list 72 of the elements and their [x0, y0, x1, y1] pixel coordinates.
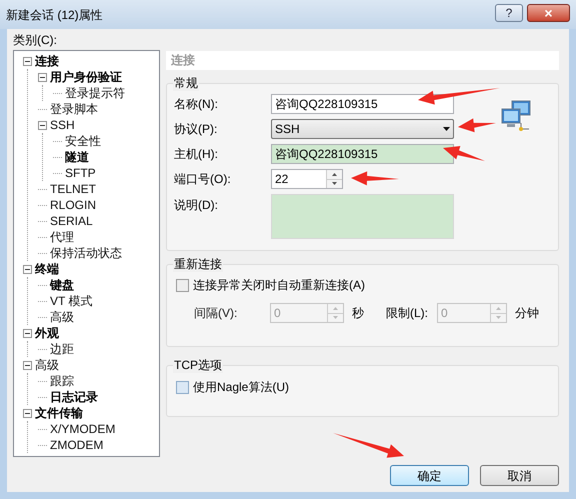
tree-item[interactable]: SFTP	[65, 165, 96, 181]
annotation-arrow	[333, 433, 404, 458]
annotation-arrow	[443, 146, 485, 161]
tree-item[interactable]: ZMODEM	[50, 437, 104, 453]
tree-item[interactable]: 文件传输	[35, 405, 83, 421]
help-button[interactable]: ?	[495, 4, 523, 22]
tree-item[interactable]: SERIAL	[50, 213, 93, 229]
tree-item[interactable]: TELNET	[50, 181, 96, 197]
field-label: 限制(L):	[386, 305, 429, 322]
port-field[interactable]: 22	[271, 169, 343, 189]
name-field[interactable]: 咨询QQ228109315	[271, 94, 454, 114]
dropdown-arrow-icon	[443, 127, 450, 131]
network-computers-icon	[499, 99, 533, 133]
tree-item[interactable]: 高级	[50, 309, 74, 325]
cancel-button[interactable]: 取消	[480, 465, 559, 486]
unit-label: 秒	[352, 305, 365, 322]
group-title: TCP选项	[173, 357, 223, 373]
collapse-icon[interactable]	[38, 72, 47, 82]
collapse-icon[interactable]	[38, 120, 47, 130]
host-field[interactable]: 咨询QQ228109315	[271, 144, 454, 164]
down-arrow-icon	[333, 316, 338, 320]
field-label: 主机(H):	[174, 146, 219, 163]
tree-item[interactable]: 代理	[50, 229, 74, 245]
tree-item[interactable]: 用户身份验证	[50, 69, 122, 85]
tree-item[interactable]: 键盘	[50, 277, 74, 293]
up-arrow-icon	[332, 172, 337, 176]
tree-item[interactable]: 登录脚本	[50, 101, 98, 117]
tree-item[interactable]: 隧道	[65, 149, 89, 165]
down-arrow-icon	[496, 316, 501, 320]
tree-item[interactable]: X/YMODEM	[50, 421, 116, 437]
tree-item[interactable]: 外观	[35, 325, 59, 341]
up-arrow-icon	[333, 306, 338, 310]
field-label: 协议(P):	[174, 121, 218, 138]
collapse-icon[interactable]	[23, 328, 32, 338]
field-label: 名称(N):	[174, 96, 219, 113]
collapse-icon[interactable]	[23, 264, 32, 274]
protocol-dropdown[interactable]: SSH	[271, 119, 454, 139]
tree-item[interactable]: 终端	[35, 261, 59, 277]
tree-item[interactable]: 边距	[50, 341, 74, 357]
tree-item[interactable]: RLOGIN	[50, 197, 96, 213]
description-field[interactable]	[271, 194, 454, 239]
checkbox[interactable]	[176, 278, 189, 292]
annotation-arrow	[458, 118, 496, 132]
tree-item[interactable]: 高级	[35, 357, 59, 373]
down-arrow-icon	[332, 182, 337, 186]
tree-item[interactable]: 登录提示符	[65, 85, 125, 101]
field-label: 间隔(V):	[194, 305, 238, 322]
unit-label: 分钟	[515, 305, 539, 322]
field-label: 端口号(O):	[174, 171, 232, 188]
checkbox-label[interactable]: 连接异常关闭时自动重新连接(A)	[193, 276, 365, 294]
tree-item[interactable]: 保持活动状态	[50, 245, 122, 261]
panel-title: 连接	[166, 51, 559, 70]
tree-item[interactable]: 跟踪	[50, 373, 74, 389]
collapse-icon[interactable]	[23, 360, 32, 370]
checkbox-label[interactable]: 使用Nagle算法(U)	[193, 378, 290, 396]
checkbox[interactable]	[176, 380, 189, 394]
annotation-arrow	[351, 171, 399, 186]
up-arrow-icon	[496, 306, 501, 310]
tree-item[interactable]: VT 模式	[50, 293, 92, 309]
tree-item[interactable]: 日志记录	[50, 389, 98, 405]
tree-item[interactable]: 连接	[35, 53, 59, 69]
collapse-icon[interactable]	[23, 408, 32, 418]
category-label: 类别(C):	[13, 32, 58, 48]
ok-button[interactable]: 确定	[390, 465, 469, 486]
spin-buttons[interactable]	[326, 170, 342, 188]
group-title: 重新连接	[173, 256, 223, 272]
tree-item[interactable]: 安全性	[65, 133, 101, 149]
window-title: 新建会话 (12)属性	[6, 6, 103, 24]
group-title: 常规	[173, 75, 199, 91]
field-label: 说明(D):	[174, 197, 219, 214]
tree-item[interactable]: SSH	[50, 117, 75, 133]
collapse-icon[interactable]	[23, 56, 32, 66]
